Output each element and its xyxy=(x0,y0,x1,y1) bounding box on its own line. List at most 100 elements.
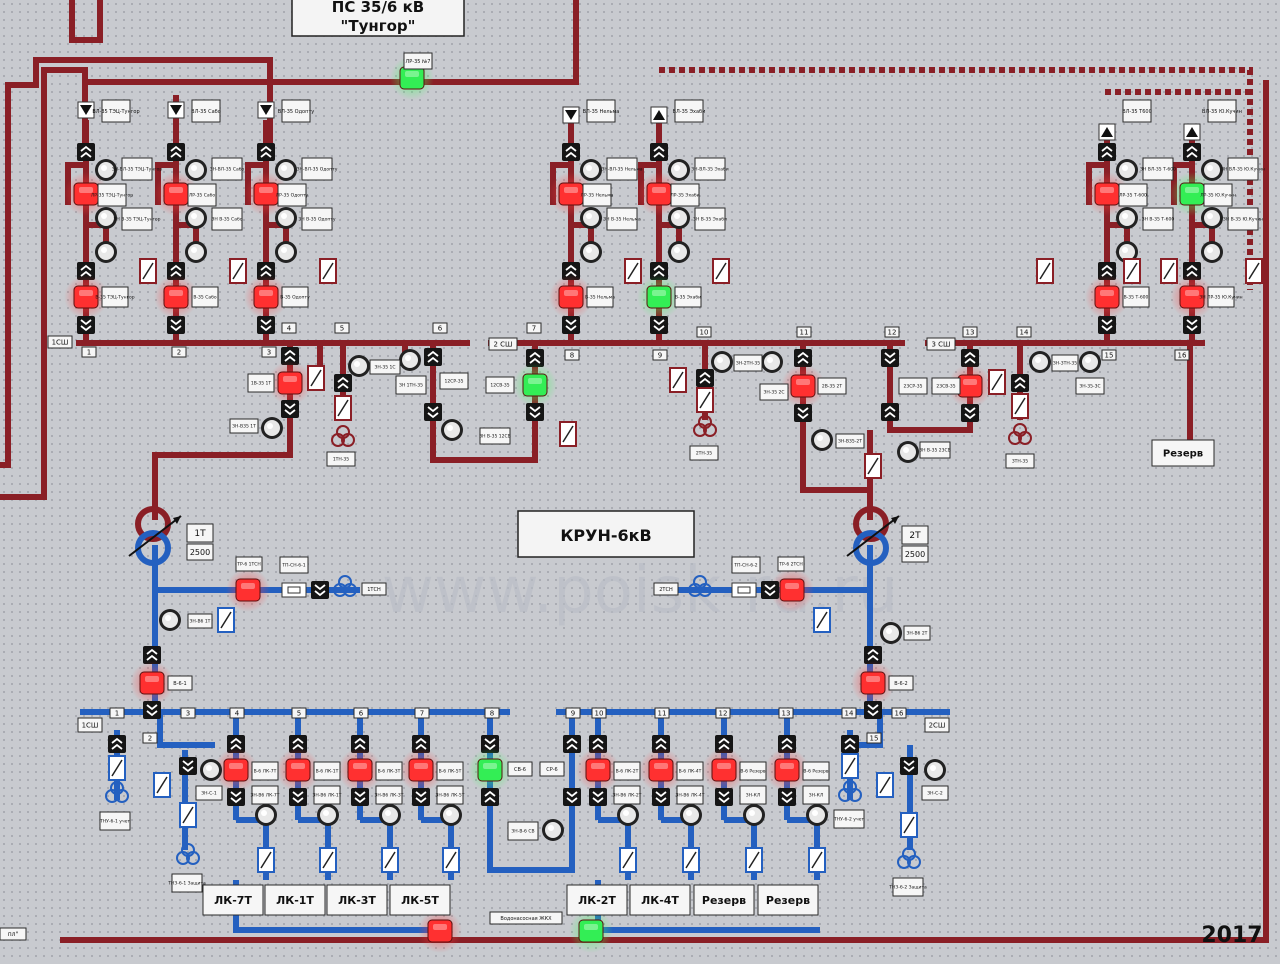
feeder6-zn-knob-0[interactable] xyxy=(255,804,277,826)
chev-sr6-down[interactable] xyxy=(563,788,581,806)
ls-up-chevron-3[interactable] xyxy=(562,143,580,161)
chev-tsn1[interactable] xyxy=(311,581,329,599)
lamp-tr6-1tsn[interactable] xyxy=(226,568,270,612)
brk-down-chevron-0[interactable] xyxy=(77,316,95,334)
ls-up-chevron-1[interactable] xyxy=(167,143,185,161)
chev-sv12-down[interactable] xyxy=(526,403,544,421)
knob-zn-1tn[interactable] xyxy=(399,349,421,371)
zn-low-knob-3[interactable] xyxy=(580,241,602,263)
brk-down-chevron-1[interactable] xyxy=(167,316,185,334)
chev-1t-down[interactable] xyxy=(281,400,299,418)
lamp-bottom-2[interactable] xyxy=(569,909,613,953)
feeder6-chev-down-0[interactable] xyxy=(227,788,245,806)
feeder6-chev-down-5[interactable] xyxy=(652,788,670,806)
tag-tnz1-text: ТНЗ-6-1 Защита xyxy=(167,881,206,887)
ls-up-chevron-5[interactable] xyxy=(1098,143,1116,161)
ls-up-chevron-6[interactable] xyxy=(1183,143,1201,161)
feeder6-zn-knob-7[interactable] xyxy=(806,804,828,826)
brk-v6-1[interactable] xyxy=(130,661,174,705)
chev-v6-1-down[interactable] xyxy=(143,701,161,719)
brk-down-chevron-4[interactable] xyxy=(650,316,668,334)
zn-mid-knob-5[interactable] xyxy=(1116,207,1138,229)
brk-down-chevron-6[interactable] xyxy=(1183,316,1201,334)
feeder6-chev-down-2[interactable] xyxy=(351,788,369,806)
zn-low-knob-2[interactable] xyxy=(275,241,297,263)
feeder6-chev-down-6[interactable] xyxy=(715,788,733,806)
brk-down-chevron-2[interactable] xyxy=(257,316,275,334)
feeder6-brk-6[interactable] xyxy=(702,748,746,792)
chev-sr6-up[interactable] xyxy=(563,735,581,753)
chev-zn-c1[interactable] xyxy=(179,757,197,775)
chev-3tn[interactable] xyxy=(1011,374,1029,392)
knob-zn-v35-23sv[interactable] xyxy=(897,441,919,463)
feeder6-zn-knob-5[interactable] xyxy=(680,804,702,826)
chev-sv23-down[interactable] xyxy=(961,404,979,422)
zn-low-knob-6[interactable] xyxy=(1201,241,1223,263)
feeder6-chev-down-3[interactable] xyxy=(412,788,430,806)
chev-sr12-up[interactable] xyxy=(424,348,442,366)
feeder6-chev-down-1[interactable] xyxy=(289,788,307,806)
knob-zn-c2[interactable] xyxy=(924,759,946,781)
knob-zn-v35-12sv[interactable] xyxy=(441,419,463,441)
feeder6-zn-knob-3[interactable] xyxy=(440,804,462,826)
knob-zn-35-1c[interactable] xyxy=(348,355,370,377)
knob-zn-v35-2t[interactable] xyxy=(811,429,833,451)
feeder6-chev-down-7[interactable] xyxy=(778,788,796,806)
ls-up-chevron-0[interactable] xyxy=(77,143,95,161)
knob-zn-c1[interactable] xyxy=(200,759,222,781)
cell35-num-14-text: 14 xyxy=(1020,328,1029,336)
chev-2tn[interactable] xyxy=(696,369,714,387)
chev-1tn[interactable] xyxy=(334,374,352,392)
feeder6-zn-knob-2[interactable] xyxy=(379,804,401,826)
feeder6-brk-3[interactable] xyxy=(399,748,443,792)
brk-sv6[interactable] xyxy=(468,748,512,792)
zn-low-knob-4[interactable] xyxy=(668,241,690,263)
zn-mid-knob-2[interactable] xyxy=(275,207,297,229)
knob-zn-3tn[interactable] xyxy=(1029,351,1051,373)
feeder6-brk-2[interactable] xyxy=(338,748,382,792)
chev-zn-c2[interactable] xyxy=(900,757,918,775)
chev-tnu1[interactable] xyxy=(108,735,126,753)
brk-sv12[interactable] xyxy=(513,363,557,407)
zn-mid-knob-4[interactable] xyxy=(668,207,690,229)
feeder6-brk-1[interactable] xyxy=(276,748,320,792)
feeder6-name-4: ЛК-2Т xyxy=(566,884,628,916)
brk-lamp-5[interactable] xyxy=(1085,275,1129,319)
chev-sr23-up[interactable] xyxy=(881,349,899,367)
brk-v6-2[interactable] xyxy=(851,661,895,705)
zn-mid-knob-1[interactable] xyxy=(185,207,207,229)
knob-zn-35-2c[interactable] xyxy=(761,351,783,373)
brk-1v35-1t[interactable] xyxy=(268,361,312,405)
ls-up-chevron-4[interactable] xyxy=(650,143,668,161)
chev-v6-2-down[interactable] xyxy=(864,701,882,719)
chev-2t-down[interactable] xyxy=(794,404,812,422)
knob-zn-35-3c[interactable] xyxy=(1079,351,1101,373)
brk-lamp-1[interactable] xyxy=(154,275,198,319)
knob-zn-v6-2t[interactable] xyxy=(880,622,902,644)
chev-sv6-down[interactable] xyxy=(481,788,499,806)
zn-mid-knob-3[interactable] xyxy=(580,207,602,229)
feeder6-brk-tag-2-text: В-6 ЛК-3Т xyxy=(378,769,401,775)
ls-up-chevron-2[interactable] xyxy=(257,143,275,161)
chev-tnu2[interactable] xyxy=(841,735,859,753)
knob-zn-v6-sv[interactable] xyxy=(542,819,564,841)
feeder6-zn-knob-1[interactable] xyxy=(317,804,339,826)
knob-zn-2tn[interactable] xyxy=(711,351,733,373)
brk-down-chevron-5[interactable] xyxy=(1098,316,1116,334)
chev-sr12-down[interactable] xyxy=(424,403,442,421)
feeder6-chev-down-4[interactable] xyxy=(589,788,607,806)
knob-zn-v35-1t[interactable] xyxy=(261,417,283,439)
zn-low-knob-1[interactable] xyxy=(185,241,207,263)
feeder6-brk-4[interactable] xyxy=(576,748,620,792)
chev-sr23-down[interactable] xyxy=(881,403,899,421)
knob-zn-v6-1t[interactable] xyxy=(159,609,181,631)
lamp-bottom-1[interactable] xyxy=(418,909,462,953)
feeder6-brk-5[interactable] xyxy=(639,748,683,792)
brk-down-chevron-3[interactable] xyxy=(562,316,580,334)
zn-low-knob-0[interactable] xyxy=(95,241,117,263)
zn-mid-knob-6[interactable] xyxy=(1201,207,1223,229)
feeder6-zn-knob-6[interactable] xyxy=(743,804,765,826)
feeder6-zn-knob-4[interactable] xyxy=(617,804,639,826)
feeder6-brk-7[interactable] xyxy=(765,748,809,792)
chev-tsn2[interactable] xyxy=(761,581,779,599)
